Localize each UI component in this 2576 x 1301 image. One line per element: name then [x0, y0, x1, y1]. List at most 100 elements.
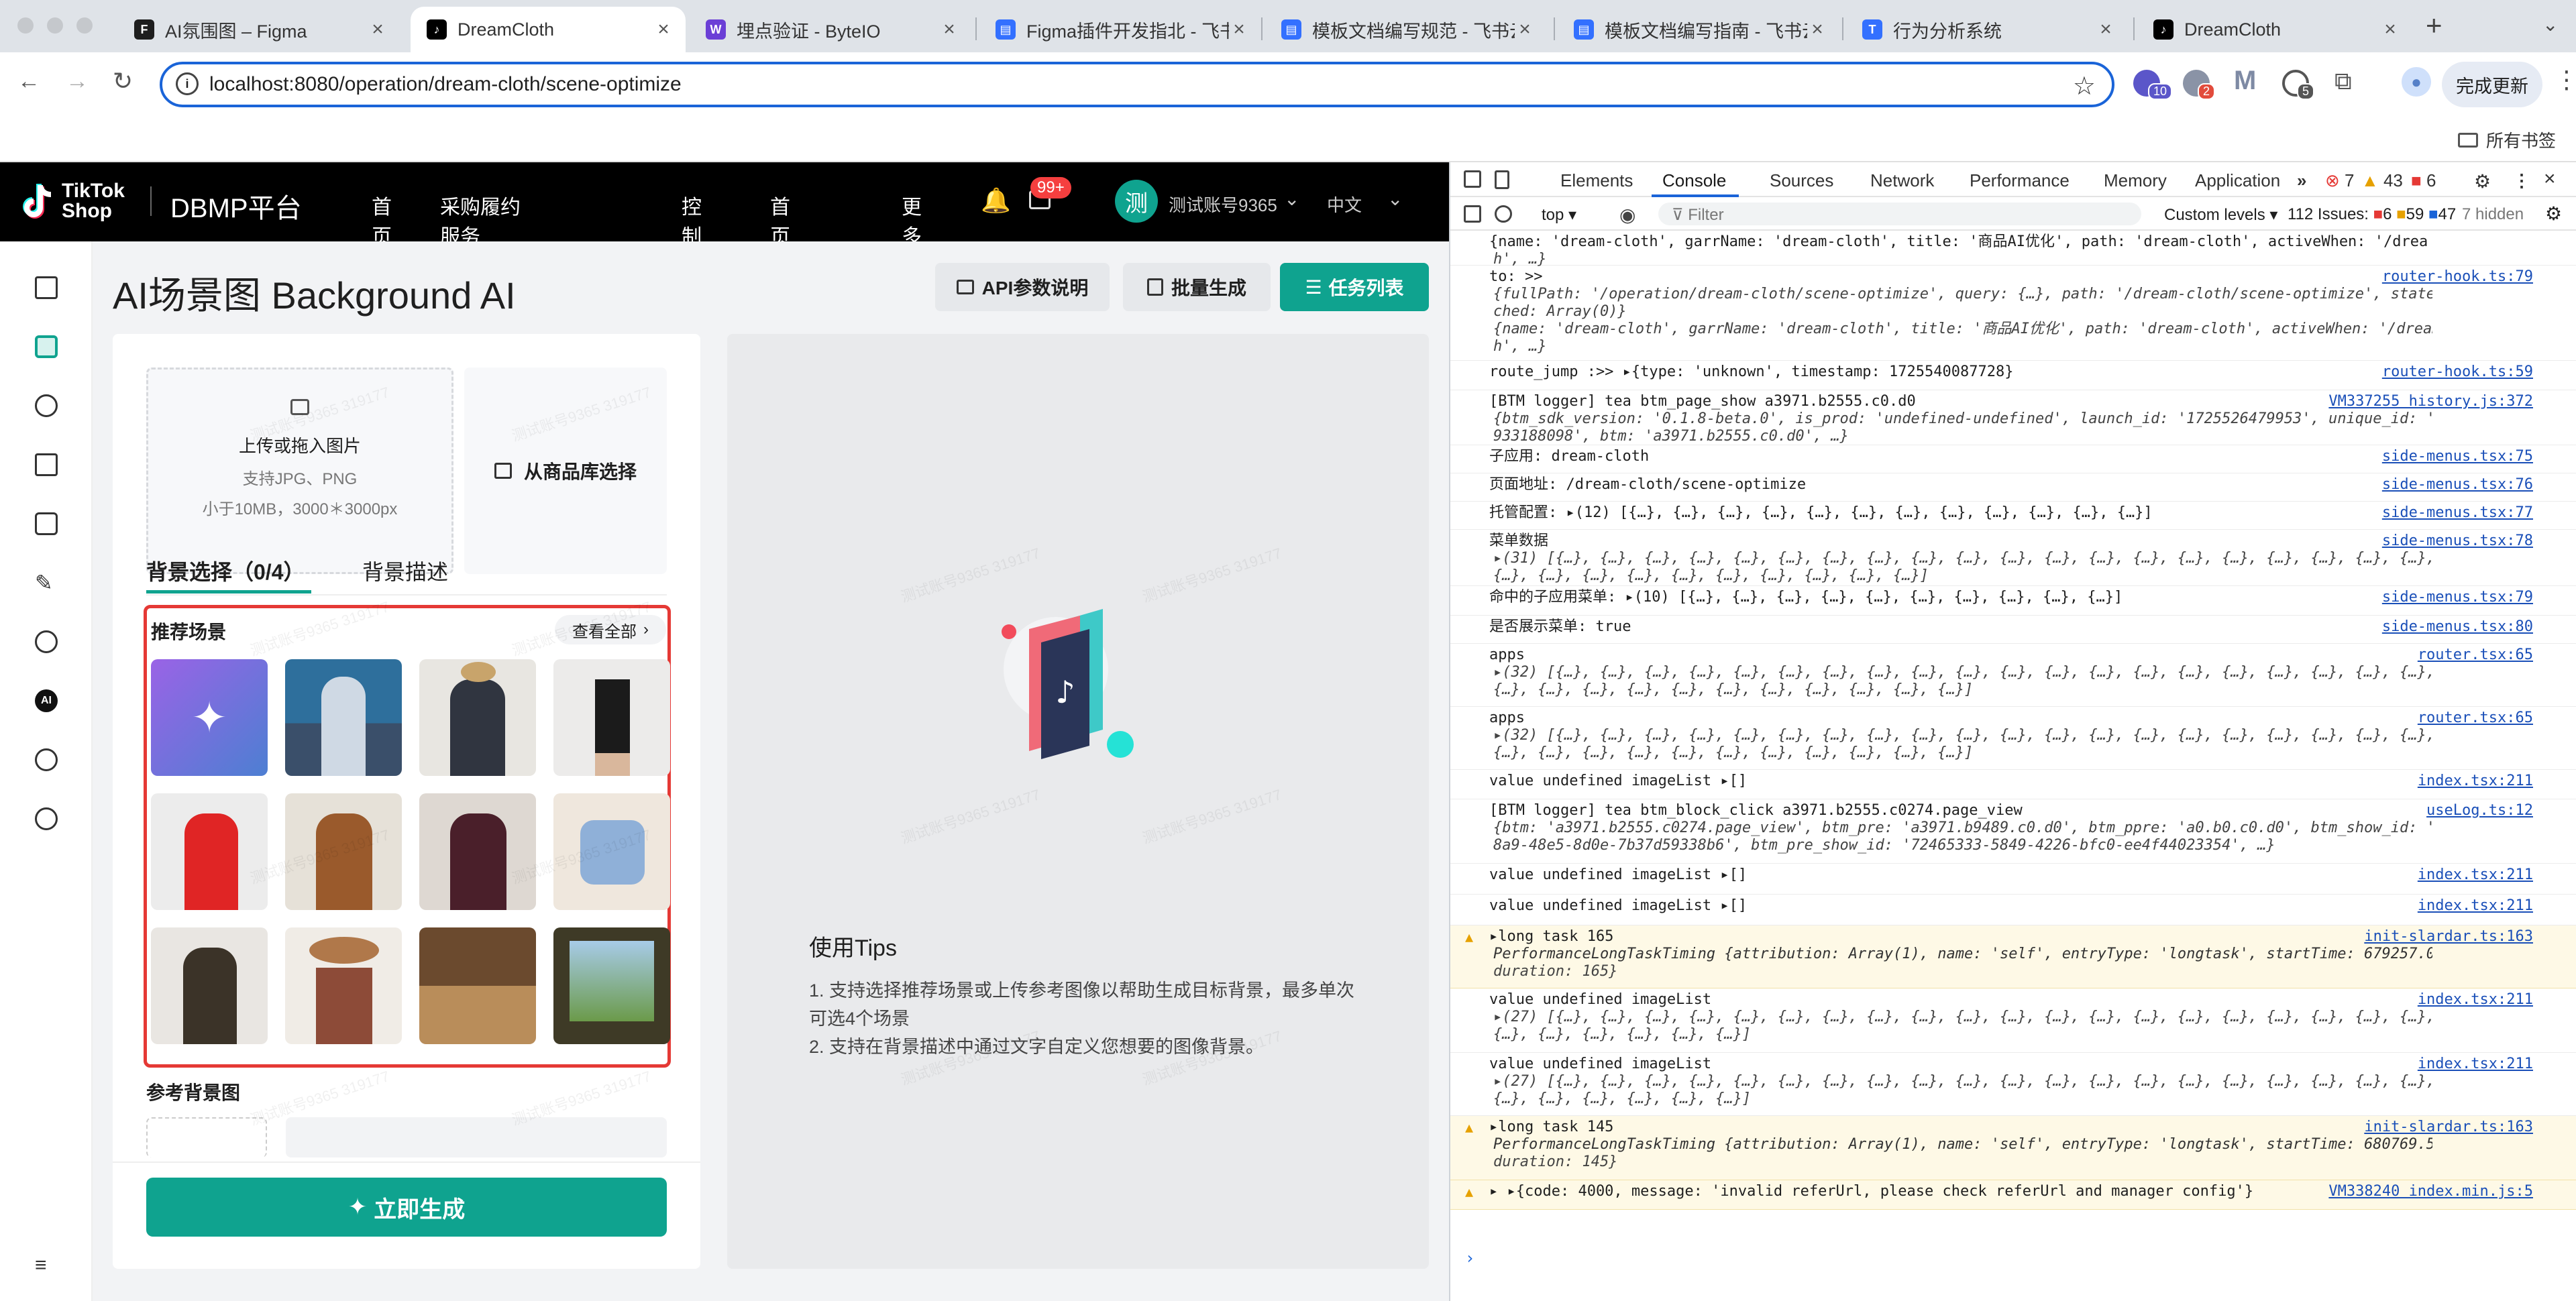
product-library-button[interactable]: 从商品库选择 [464, 367, 667, 574]
upload-dropzone[interactable]: 上传或拖入图片 支持JPG、PNG 小于10MB，3000＊3000px [146, 367, 453, 574]
scene-thumbnail[interactable] [553, 927, 670, 1044]
ai-icon[interactable]: AI [35, 689, 58, 712]
source-link[interactable]: VM337255 history.js:372 [2328, 393, 2533, 410]
console-message[interactable]: 是否展示菜单: true side-menus.tsx:80 [1450, 616, 2576, 644]
scene-thumbnail[interactable] [285, 793, 402, 910]
nav-home[interactable]: 首页 [372, 190, 392, 249]
source-link[interactable]: index.tsx:211 [2418, 991, 2533, 1009]
settings-gear-icon[interactable]: ⚙ [2474, 170, 2491, 192]
task-list-button[interactable]: ☰ 任务列表 [1280, 263, 1429, 311]
issues-summary[interactable]: 112 Issues: ■6 ■59 ■47 [2288, 205, 2456, 224]
tab-close-icon[interactable]: × [1807, 18, 1827, 41]
profile-avatar[interactable]: ● [2402, 67, 2431, 97]
source-link[interactable]: side-menus.tsx:79 [2382, 589, 2533, 606]
scene-thumbnail[interactable] [553, 793, 670, 910]
live-expression-eye-icon[interactable]: ◉ [1619, 204, 1635, 226]
language-select[interactable]: 中文 [1327, 192, 1362, 217]
console-message[interactable]: 页面地址: /dream-cloth/scene-optimize side-me… [1450, 473, 2576, 502]
source-link[interactable]: side-menus.tsx:77 [2382, 504, 2533, 522]
devtools-tab-console[interactable]: Console [1662, 170, 1726, 191]
all-bookmarks[interactable]: 所有书签 [2457, 127, 2556, 152]
tab-close-icon[interactable]: × [2096, 18, 2116, 41]
warning-count[interactable]: ▲ 43 [2361, 170, 2403, 191]
console-message[interactable]: value undefined imageList ▸(27) [{…}, {…}… [1450, 988, 2576, 1053]
bookmark-star-icon[interactable]: ☆ [2073, 71, 2096, 101]
header-collapse-chevron-icon[interactable]: ⌄ [1387, 188, 1403, 210]
devtools-tab-network[interactable]: Network [1870, 170, 1934, 191]
clear-console-icon[interactable] [1495, 205, 1512, 223]
tab-close-icon[interactable]: × [368, 18, 388, 41]
error-count[interactable]: ⊗ 7 [2325, 170, 2355, 191]
tab-close-icon[interactable]: × [1229, 18, 1249, 41]
close-devtools-icon[interactable]: × [2544, 168, 2556, 190]
tab-background-description[interactable]: 背景描述 [362, 555, 448, 586]
console-message[interactable]: ▲ ▸long task 165 PerformanceLongTaskTiming… [1450, 925, 2576, 988]
bell-icon[interactable]: 🔔 [981, 186, 1011, 215]
browser-tab[interactable]: ▤ Figma插件开发指北 - 飞书云× [979, 7, 1261, 52]
reference-upload-slot[interactable] [146, 1117, 267, 1157]
new-tab-button[interactable]: + [2426, 9, 2443, 42]
reference-image-slot[interactable] [286, 1117, 667, 1157]
browser-tab[interactable]: ▤ 模板文档编写指南 - 飞书云 × [1558, 7, 1839, 52]
console-message[interactable]: apps ▸(32) [{…}, {…}, {…}, {…}, {…}, {…},… [1450, 644, 2576, 707]
box-icon[interactable] [35, 453, 58, 476]
console-message[interactable]: 子应用: dream-cloth side-menus.tsx:75 [1450, 445, 2576, 473]
extension-m-icon[interactable]: M [2234, 66, 2256, 96]
tab-search-chevron-icon[interactable]: ⌄ [2542, 13, 2558, 36]
close-window-dot[interactable] [17, 17, 34, 34]
account-name[interactable]: 测试账号9365 [1169, 192, 1277, 217]
source-link[interactable]: init-slardar.ts:163 [2364, 928, 2533, 946]
browser-menu-icon[interactable]: ⋮ [2555, 66, 2576, 94]
document-icon[interactable] [35, 276, 58, 299]
browser-tab[interactable]: ♪ DreamCloth × [2137, 7, 2412, 52]
source-link[interactable]: index.tsx:211 [2418, 866, 2533, 884]
source-link[interactable]: router.tsx:65 [2418, 710, 2533, 727]
image-icon[interactable] [35, 335, 58, 358]
console-message[interactable]: 菜单数据 ▸(31) [{…}, {…}, {…}, {…}, {…}, {…},… [1450, 530, 2576, 586]
scene-thumbnail[interactable] [151, 927, 268, 1044]
source-link[interactable]: index.tsx:211 [2418, 1056, 2533, 1073]
scene-thumbnail[interactable] [151, 793, 268, 910]
source-link[interactable]: side-menus.tsx:75 [2382, 448, 2533, 465]
back-arrow-icon[interactable]: ← [17, 68, 40, 95]
console-message[interactable]: apps ▸(32) [{…}, {…}, {…}, {…}, {…}, {…},… [1450, 707, 2576, 770]
browser-tab[interactable]: ♪ DreamCloth × [411, 7, 686, 52]
tab-close-icon[interactable]: × [1515, 18, 1535, 41]
account-chevron-down-icon[interactable]: ⌄ [1284, 188, 1299, 210]
view-all-button[interactable]: 查看全部 › [555, 615, 666, 644]
magic-gear-icon[interactable] [35, 394, 58, 417]
source-link[interactable]: index.tsx:211 [2418, 773, 2533, 790]
console-settings-gear-icon[interactable]: ⚙ [2545, 203, 2562, 225]
console-prompt[interactable]: › [1465, 1249, 1474, 1267]
source-link[interactable]: side-menus.tsx:78 [2382, 532, 2533, 550]
scene-thumbnail[interactable] [285, 927, 402, 1044]
source-link[interactable]: router-hook.ts:79 [2382, 268, 2533, 286]
source-link[interactable]: router.tsx:65 [2418, 646, 2533, 664]
wand-icon[interactable]: ✎ [35, 571, 58, 594]
update-button[interactable]: 完成更新 [2442, 62, 2542, 107]
source-link[interactable]: index.tsx:211 [2418, 897, 2533, 915]
inspect-element-icon[interactable] [1464, 170, 1481, 188]
address-bar[interactable]: i localhost:8080/operation/dream-cloth/s… [160, 62, 2114, 107]
browser-tab[interactable]: W 埋点验证 - ByteIO × [690, 7, 971, 52]
reload-icon[interactable]: ↻ [113, 67, 133, 95]
devtools-tab-performance[interactable]: Performance [1970, 170, 2070, 191]
devtools-tab-memory[interactable]: Memory [2104, 170, 2167, 191]
tab-close-icon[interactable]: × [2380, 18, 2400, 41]
minimize-window-dot[interactable] [47, 17, 63, 34]
devtools-menu-icon[interactable]: ⋮ [2513, 170, 2530, 191]
devtools-tab-elements[interactable]: Elements [1560, 170, 1633, 191]
context-select[interactable]: top ▾ [1542, 205, 1576, 225]
source-link[interactable]: side-menus.tsx:76 [2382, 476, 2533, 494]
generate-button[interactable]: ✦ 立即生成 [146, 1178, 667, 1237]
scene-thumbnail[interactable] [419, 927, 536, 1044]
source-link[interactable]: VM338240 index.min.js:5 [2328, 1183, 2533, 1200]
console-message[interactable]: to: >> {fullPath: '/operation/dream-cloth… [1450, 266, 2576, 361]
browser-tab[interactable]: F AI氛围图 – Figma × [118, 7, 400, 52]
console-message[interactable]: 托管配置: ▸(12) [{…}, {…}, {…}, {…}, {…}, {…… [1450, 502, 2576, 530]
forward-arrow-icon[interactable]: → [66, 68, 89, 95]
console-message[interactable]: route_jump :>> ▸{type: 'unknown', timest… [1450, 361, 2576, 390]
console-message[interactable]: value undefined imageList ▸[] index.tsx:2… [1450, 770, 2576, 799]
filter-input[interactable]: ⊽ Filter [1658, 203, 2141, 225]
custom-ai-scene-tile[interactable]: ✦ [151, 659, 268, 776]
